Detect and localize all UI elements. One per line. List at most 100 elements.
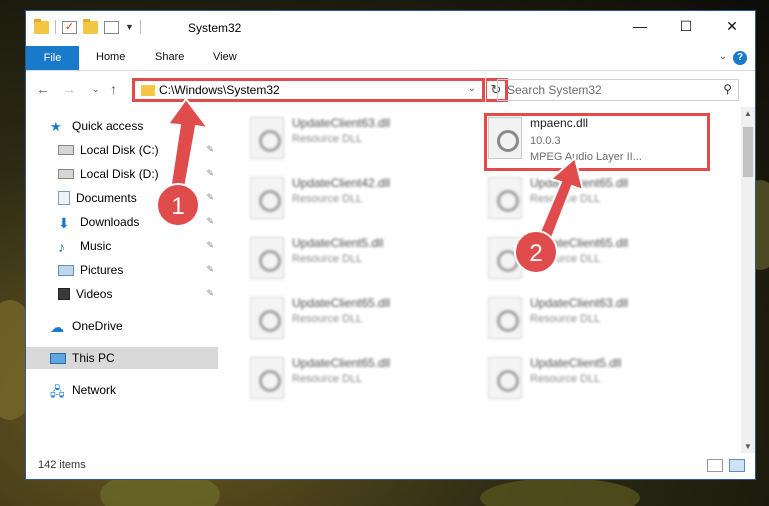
star-icon: ★ (50, 119, 62, 134)
search-input[interactable]: Search System32 ⚲ (497, 79, 739, 101)
tab-view[interactable]: View (213, 51, 237, 63)
address-path[interactable]: C:\Windows\System32 (159, 83, 280, 97)
toolbar-separator (139, 20, 141, 34)
pin-icon[interactable]: ✎ (206, 288, 214, 299)
tab-home[interactable]: Home (96, 51, 125, 63)
file-list: UpdateClient63.dll Resource DLL UpdateCl… (218, 107, 742, 453)
sidebar-item-local-disk-d[interactable]: Local Disk (D:) ✎ (26, 163, 218, 185)
background-leaf (480, 478, 640, 506)
file-name: UpdateClient65.dll (292, 296, 391, 310)
pin-icon[interactable]: ✎ (206, 144, 214, 155)
cloud-icon: ☁ (50, 319, 64, 335)
address-dropdown-icon[interactable]: ⌄ (468, 83, 476, 94)
quick-access-toolbar: ✓ ▼ (34, 18, 141, 34)
large-icons-view-icon[interactable] (729, 459, 745, 472)
minimize-button[interactable]: — (617, 11, 663, 41)
file-type: Resource DLL (530, 373, 601, 385)
list-item[interactable]: UpdateClient65.dll Resource DLL (246, 355, 474, 411)
search-icon: ⚲ (723, 82, 732, 96)
sidebar-item-label: Network (72, 383, 117, 397)
explorer-window: ✓ ▼ System32 — ☐ ✕ File Home Share View … (25, 10, 756, 480)
address-bar[interactable]: C:\Windows\System32 ⌄ (132, 78, 485, 102)
file-type: Resource DLL (292, 253, 363, 265)
sidebar-item-quick-access[interactable]: ★ Quick access (26, 115, 218, 137)
navigation-bar: ← → ⌄ ↑ C:\Windows\System32 ⌄ ↻ Search S… (26, 72, 755, 106)
customize-icon[interactable] (104, 20, 119, 34)
dll-file-icon (250, 117, 284, 159)
sidebar-item-network[interactable]: 🖧 Network (26, 379, 218, 401)
toolbar-separator (55, 20, 56, 34)
dll-file-icon (250, 177, 284, 219)
pin-icon[interactable]: ✎ (206, 192, 214, 203)
qat-dropdown-icon[interactable]: ▼ (125, 22, 134, 32)
details-view-icon[interactable] (707, 459, 723, 472)
scroll-down-icon[interactable]: ▼ (744, 442, 752, 451)
list-item[interactable]: UpdateClient42.dll Resource DLL (246, 175, 474, 231)
computer-icon (50, 352, 66, 364)
title-bar: ✓ ▼ System32 — ☐ ✕ (26, 11, 755, 45)
sidebar-item-pictures[interactable]: Pictures ✎ (26, 259, 218, 281)
maximize-button[interactable]: ☐ (663, 11, 709, 41)
folder-icon (141, 85, 155, 96)
list-item[interactable]: UpdateClient63.dll Resource DLL (484, 295, 712, 351)
list-item[interactable]: UpdateClient5.dll Resource DLL (246, 235, 474, 291)
sidebar-item-onedrive[interactable]: ☁ OneDrive (26, 315, 218, 337)
drive-icon (58, 169, 74, 179)
sidebar-item-label: Documents (76, 191, 137, 205)
sidebar-item-label: This PC (72, 351, 115, 365)
new-folder-icon[interactable] (83, 18, 98, 34)
sidebar-item-label: Downloads (80, 215, 140, 229)
recent-locations-icon[interactable]: ⌄ (92, 84, 100, 95)
search-placeholder: Search System32 (507, 83, 602, 97)
expand-ribbon-icon[interactable]: ⌄ (719, 51, 727, 62)
dll-file-icon (488, 177, 522, 219)
list-item[interactable]: UpdateClient65.dll Resource DLL (484, 175, 712, 231)
sidebar-item-local-disk-c[interactable]: Local Disk (C:) ✎ (26, 139, 218, 161)
file-type: Resource DLL (530, 313, 601, 325)
tab-share[interactable]: Share (155, 51, 184, 63)
file-type: Resource DLL (292, 133, 363, 145)
list-item[interactable]: UpdateClient5.dll Resource DLL (484, 355, 712, 411)
file-type: Resource DLL (292, 313, 363, 325)
sidebar-item-music[interactable]: ♪ Music ✎ (26, 235, 218, 257)
file-name: UpdateClient5.dll (292, 236, 384, 250)
properties-icon[interactable]: ✓ (62, 20, 77, 34)
dll-file-icon (488, 297, 522, 339)
list-item[interactable]: UpdateClient63.dll Resource DLL (246, 115, 474, 171)
up-arrow-icon[interactable]: ↑ (110, 81, 117, 97)
pin-icon[interactable]: ✎ (206, 240, 214, 251)
sidebar-item-videos[interactable]: Videos ✎ (26, 283, 218, 305)
pin-icon[interactable]: ✎ (206, 168, 214, 179)
list-item[interactable]: UpdateClient65.dll Resource DLL (246, 295, 474, 351)
drive-icon (58, 145, 74, 155)
sidebar-item-this-pc[interactable]: This PC (26, 347, 218, 369)
close-button[interactable]: ✕ (709, 11, 755, 41)
pictures-icon (58, 264, 74, 276)
network-icon: 🖧 (50, 384, 65, 399)
folder-icon (34, 18, 49, 34)
status-bar: 142 items (26, 453, 755, 479)
file-name: UpdateClient5.dll (530, 356, 622, 370)
file-type: Resource DLL (292, 373, 363, 385)
scroll-up-icon[interactable]: ▲ (744, 109, 752, 118)
highlight-box (484, 113, 710, 171)
file-type: Resource DLL (530, 193, 601, 205)
help-button[interactable]: ? (733, 51, 747, 65)
step-2-badge: 2 (514, 230, 558, 274)
music-icon: ♪ (58, 239, 65, 255)
file-type: Resource DLL (292, 193, 363, 205)
scroll-thumb[interactable] (743, 127, 753, 177)
tab-file[interactable]: File (26, 46, 79, 70)
pin-icon[interactable]: ✎ (206, 216, 214, 227)
forward-arrow-icon[interactable]: → (62, 81, 76, 97)
vertical-scrollbar[interactable]: ▲ ▼ (741, 107, 755, 453)
navigation-pane: ★ Quick access Local Disk (C:) ✎ Local D… (26, 107, 218, 453)
back-arrow-icon[interactable]: ← (36, 81, 50, 97)
file-name: UpdateClient63.dll (530, 296, 629, 310)
window-title: System32 (188, 21, 242, 35)
pin-icon[interactable]: ✎ (206, 264, 214, 275)
sidebar-item-label: Quick access (72, 119, 144, 133)
item-count: 142 items (38, 459, 86, 471)
window-controls: — ☐ ✕ (617, 11, 755, 41)
dll-file-icon (250, 237, 284, 279)
